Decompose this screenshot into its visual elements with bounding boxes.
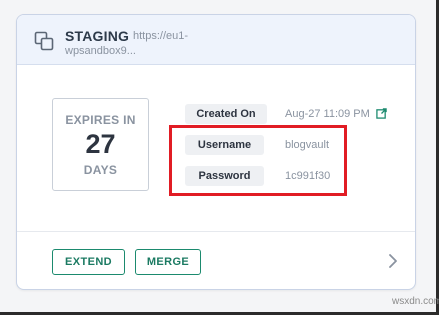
created-on-value: Aug-27 11:09 PM — [285, 108, 370, 120]
expiry-label: EXPIRES IN — [65, 113, 136, 127]
site-url-continued[interactable]: wpsandbox9... — [65, 45, 136, 57]
staging-site-card: STAGING https://eu1- wpsandbox9... EXPIR… — [16, 14, 416, 290]
card-header: STAGING https://eu1- wpsandbox9... — [17, 15, 415, 65]
expiry-unit: DAYS — [83, 163, 118, 177]
external-link-icon[interactable] — [376, 108, 387, 119]
created-on-label: Created On — [185, 104, 267, 124]
highlight-box — [169, 125, 347, 196]
expiry-box: EXPIRES IN 27 DAYS — [52, 98, 149, 191]
extend-button[interactable]: EXTEND — [52, 249, 125, 275]
expiry-count: 27 — [85, 129, 116, 159]
card-divider — [17, 231, 415, 232]
site-name: STAGING — [65, 28, 130, 44]
watermark: wsxdn.com — [392, 296, 439, 307]
site-url[interactable]: https://eu1- — [133, 30, 188, 42]
chevron-right-icon[interactable] — [387, 253, 399, 269]
merge-button[interactable]: MERGE — [135, 249, 201, 275]
copy-icon — [34, 31, 54, 51]
